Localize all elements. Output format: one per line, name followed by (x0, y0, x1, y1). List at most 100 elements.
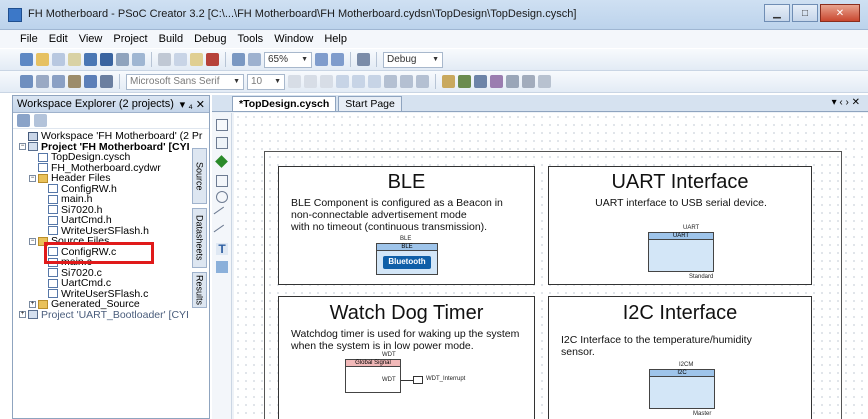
image-tool-icon[interactable] (216, 261, 228, 273)
undo-icon[interactable] (232, 53, 245, 66)
flip-icon[interactable] (522, 75, 535, 88)
menu-file[interactable]: File (20, 33, 38, 45)
delete-icon[interactable] (206, 53, 219, 66)
properties-icon[interactable] (17, 114, 30, 127)
menu-window[interactable]: Window (274, 33, 313, 45)
folder-icon[interactable] (68, 53, 81, 66)
align-objects-icon[interactable] (442, 75, 455, 88)
rotate-icon[interactable] (506, 75, 519, 88)
font-name-combo[interactable]: Microsoft Sans Serif ▼ (126, 73, 244, 90)
stop-icon[interactable] (100, 75, 113, 88)
find-icon[interactable] (357, 53, 370, 66)
distribute-icon[interactable] (458, 75, 471, 88)
tree-item[interactable]: − Header Files (13, 173, 209, 184)
tree-item-label: main.h (61, 193, 93, 205)
tab-topdesign[interactable]: *TopDesign.cysch (232, 96, 337, 111)
clean-icon[interactable] (36, 75, 49, 88)
zoom-in-icon[interactable] (315, 53, 328, 66)
close-button[interactable]: ✕ (820, 4, 860, 22)
ungroup-icon[interactable] (490, 75, 503, 88)
tree-item[interactable]: WriteUserSFlash.h (13, 225, 209, 237)
minimize-button[interactable]: ▁ (764, 4, 790, 22)
font-size-combo[interactable]: 10 ▼ (247, 73, 285, 90)
tab-start-page[interactable]: Start Page (338, 96, 402, 111)
text-tool-icon[interactable]: T (216, 243, 228, 255)
step-icon[interactable] (84, 75, 97, 88)
tab-controls[interactable]: ▾ ‹ › ✕ (832, 97, 860, 108)
wire-tool-icon[interactable] (216, 137, 228, 149)
fill-color-icon[interactable] (400, 75, 413, 88)
tree-item[interactable]: FH_Motherboard.cydwr (13, 162, 209, 174)
polyline-tool-icon[interactable] (213, 224, 231, 242)
menu-debug[interactable]: Debug (194, 33, 226, 45)
underline-icon[interactable] (320, 75, 333, 88)
align-right-icon[interactable] (368, 75, 381, 88)
print-preview-icon[interactable] (132, 53, 145, 66)
tree-item[interactable]: + Generated_Source (13, 299, 209, 310)
ble-component[interactable]: BLE Bluetooth (376, 243, 438, 275)
pointer-tool-icon[interactable] (216, 119, 228, 131)
i2c-component[interactable]: I2C (649, 369, 715, 409)
tree-item[interactable]: TopDesign.cysch (13, 152, 209, 163)
debug-icon[interactable] (68, 75, 81, 88)
panel-controls[interactable]: ▾ ₄ ✕ (180, 98, 205, 111)
print-icon[interactable] (116, 53, 129, 66)
tree-item[interactable]: Si7020.c (13, 267, 209, 279)
refresh-icon[interactable] (34, 114, 47, 127)
menu-view[interactable]: View (79, 33, 103, 45)
italic-icon[interactable] (304, 75, 317, 88)
tree-item[interactable]: + Project 'UART_Bootloader' [CYI (13, 309, 209, 321)
rectangle-tool-icon[interactable] (216, 175, 228, 187)
bold-icon[interactable] (288, 75, 301, 88)
i2c-description: I2C Interface to the temperature/humidit… (561, 334, 752, 358)
expand-toggle-icon[interactable]: − (19, 143, 26, 151)
expand-toggle-icon[interactable]: − (29, 174, 36, 182)
tree-item[interactable]: UartCmd.c (13, 278, 209, 289)
wdt-component[interactable]: Global Signal WDT (345, 359, 401, 393)
redo-icon[interactable] (248, 53, 261, 66)
line-color-icon[interactable] (416, 75, 429, 88)
align-left-icon[interactable] (336, 75, 349, 88)
paste-icon[interactable] (190, 53, 203, 66)
menu-tools[interactable]: Tools (238, 33, 264, 45)
program-icon[interactable] (52, 75, 65, 88)
align-center-icon[interactable] (352, 75, 365, 88)
new-project-icon[interactable] (20, 53, 33, 66)
grid-icon[interactable] (538, 75, 551, 88)
tree-item[interactable]: UartCmd.h (13, 215, 209, 226)
formatting-toolbar: Microsoft Sans Serif ▼ 10 ▼ (0, 71, 868, 93)
menu-build[interactable]: Build (159, 33, 183, 45)
uart-component[interactable]: UART (648, 232, 714, 272)
expand-toggle-icon[interactable]: + (29, 300, 36, 308)
copy-icon[interactable] (174, 53, 187, 66)
cut-icon[interactable] (158, 53, 171, 66)
tree-item[interactable]: main.h (13, 194, 209, 205)
open-icon[interactable] (36, 53, 49, 66)
zoom-out-icon[interactable] (331, 53, 344, 66)
menu-help[interactable]: Help (324, 33, 347, 45)
configuration-combo[interactable]: Debug ▼ (383, 51, 443, 68)
tab-source[interactable]: Source (192, 148, 207, 204)
save-icon[interactable] (84, 53, 97, 66)
file-icon (48, 194, 58, 204)
schematic-canvas[interactable]: BLE BLE Component is configured as a Bea… (234, 113, 868, 419)
maximize-button[interactable]: □ (792, 4, 818, 22)
tree-item[interactable]: ConfigRW.h (13, 183, 209, 195)
expand-toggle-icon[interactable]: + (19, 311, 26, 319)
zoom-combo[interactable]: 65% ▼ (264, 51, 312, 68)
ble-instance-name: BLE (400, 236, 412, 242)
tab-results[interactable]: Results (192, 272, 207, 308)
build-icon[interactable] (20, 75, 33, 88)
tab-datasheets[interactable]: Datasheets (192, 208, 207, 268)
text-color-icon[interactable] (384, 75, 397, 88)
save-all-icon[interactable] (100, 53, 113, 66)
line-tool-icon[interactable] (213, 206, 231, 224)
net-tool-icon[interactable] (215, 155, 228, 168)
expand-toggle-icon[interactable]: − (29, 237, 36, 245)
tree-item[interactable]: Workspace 'FH Motherboard' (2 Pr (13, 131, 209, 142)
menu-edit[interactable]: Edit (49, 33, 68, 45)
ellipse-tool-icon[interactable] (216, 191, 228, 203)
add-item-icon[interactable] (52, 53, 65, 66)
group-icon[interactable] (474, 75, 487, 88)
menu-project[interactable]: Project (113, 33, 147, 45)
